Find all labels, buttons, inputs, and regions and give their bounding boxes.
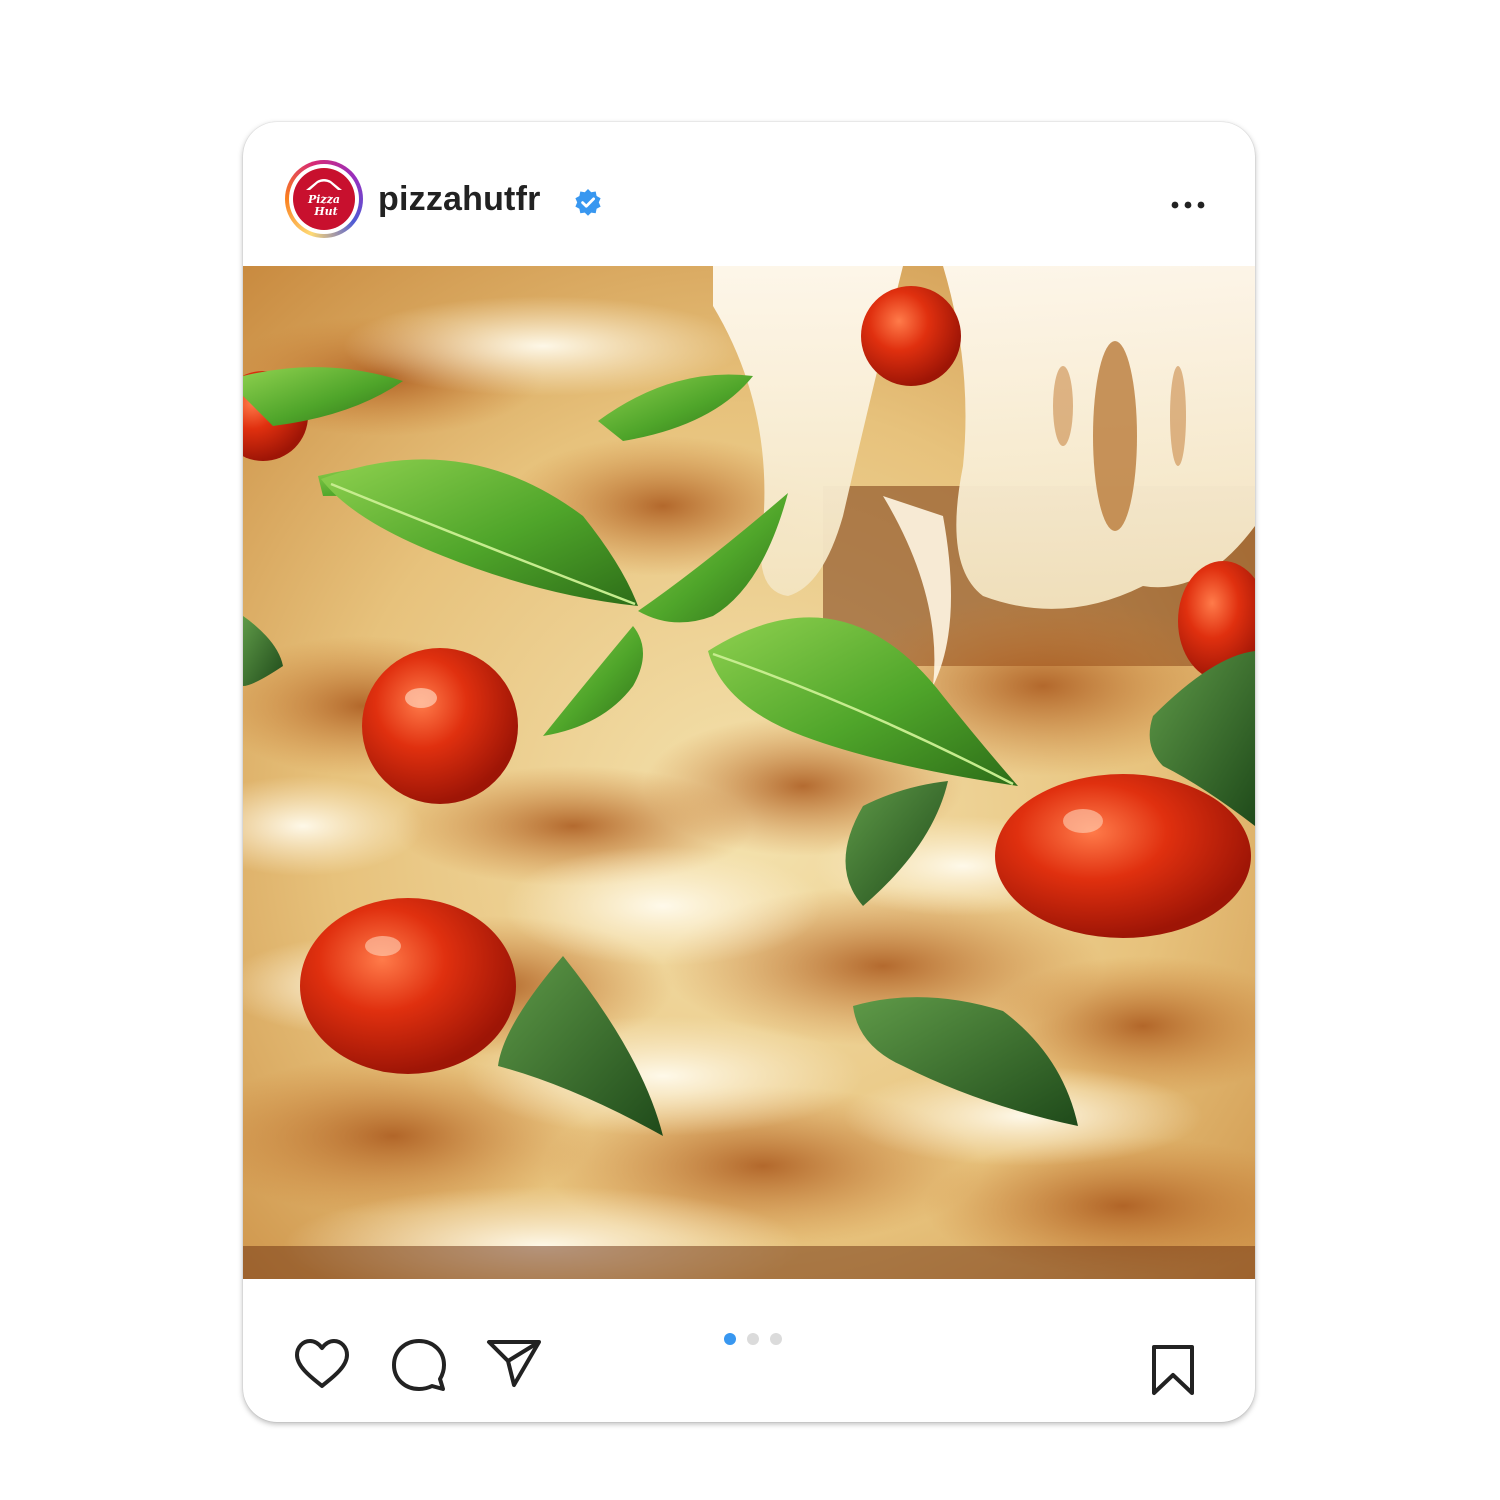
instagram-post-card: Pizza Hut pizzahutfr [243, 122, 1255, 1422]
carousel-indicator [724, 1333, 784, 1347]
verified-badge-icon [575, 189, 601, 216]
post-actions-bar [243, 1279, 1255, 1422]
carousel-dot-active [724, 1333, 736, 1345]
more-options-icon[interactable] [1161, 186, 1215, 222]
carousel-dot [747, 1333, 759, 1345]
svg-text:Hut: Hut [313, 205, 337, 218]
carousel-dot [770, 1333, 782, 1345]
story-ring[interactable]: Pizza Hut [285, 160, 363, 238]
heart-icon[interactable] [293, 1337, 351, 1391]
pizza-hut-logo: Pizza Hut [306, 179, 342, 218]
post-photo[interactable] [243, 266, 1255, 1279]
paper-plane-icon[interactable] [486, 1337, 542, 1389]
avatar: Pizza Hut [293, 168, 355, 230]
margherita-pizza-image [243, 266, 1255, 1279]
post-header: Pizza Hut pizzahutfr [243, 122, 1255, 266]
username[interactable]: pizzahutfr [378, 180, 541, 219]
bookmark-icon[interactable] [1149, 1343, 1197, 1397]
comment-bubble-icon[interactable] [391, 1337, 447, 1393]
